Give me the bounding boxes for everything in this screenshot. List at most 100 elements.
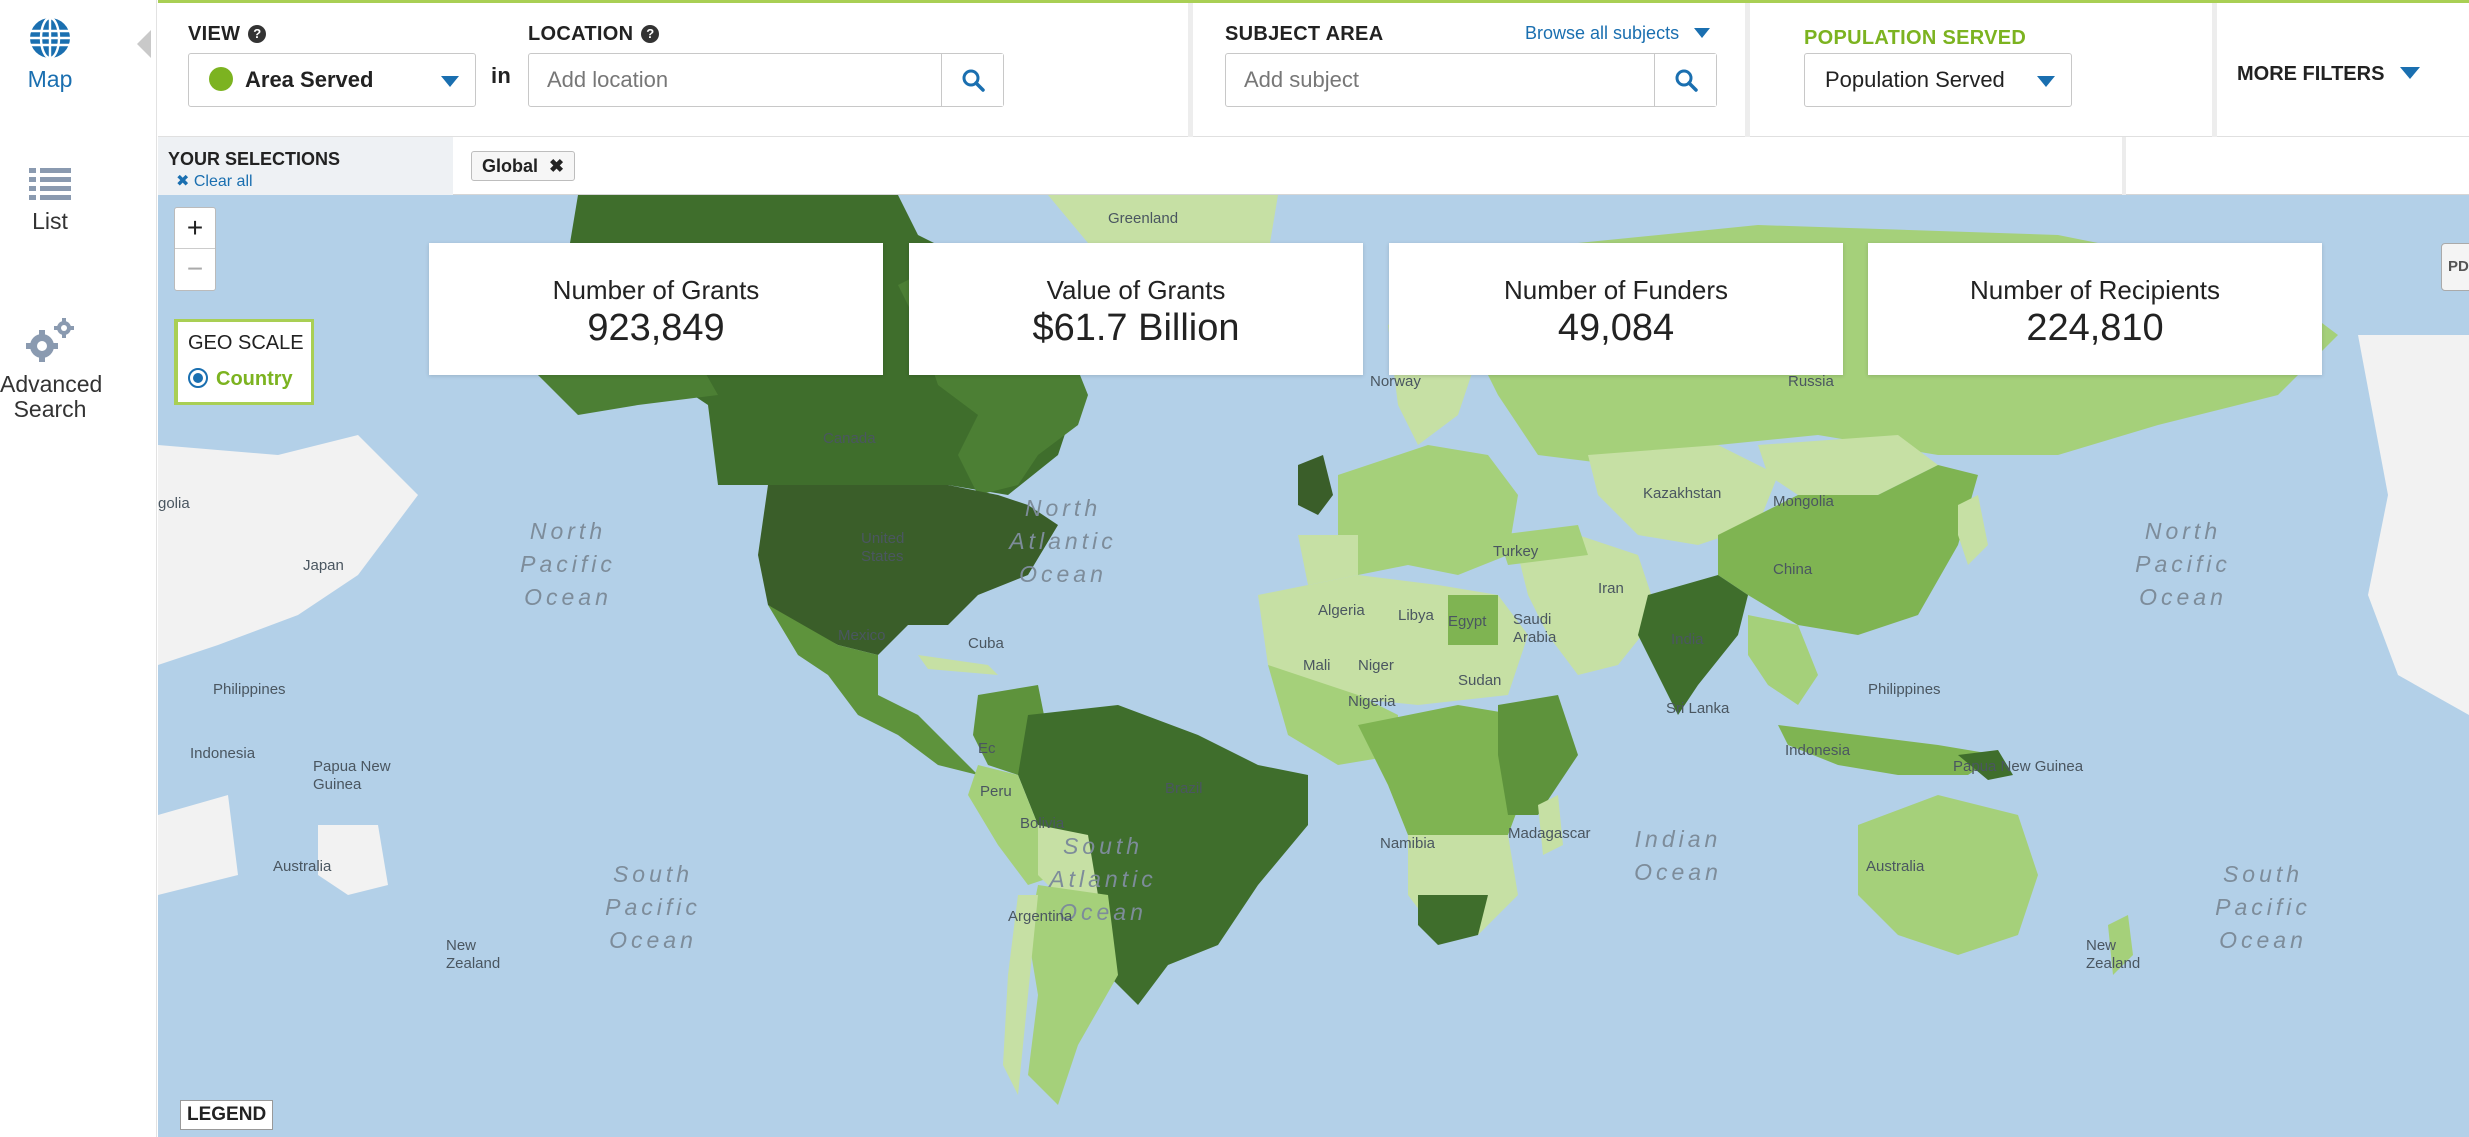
- stat-label: Number of Funders: [1504, 275, 1728, 305]
- place-label: Kazakhstan: [1643, 485, 1722, 502]
- nav-list[interactable]: List: [0, 168, 100, 235]
- selection-chip-global[interactable]: Global ✖: [471, 151, 576, 181]
- place-label: Libya: [1398, 607, 1434, 624]
- stat-label: Number of Grants: [552, 275, 760, 305]
- place-label: Mongolia: [1773, 493, 1834, 510]
- place-label: Mexico: [838, 627, 886, 644]
- location-input[interactable]: [529, 54, 1003, 106]
- place-label: Algeria: [1318, 602, 1365, 619]
- zoom-in-button[interactable]: +: [175, 208, 215, 249]
- nav-advanced-search-label: Advanced Search: [0, 371, 103, 422]
- place-label: Peru: [980, 783, 1012, 800]
- place-label: golia: [158, 495, 190, 512]
- nav-map[interactable]: Map: [0, 16, 100, 93]
- place-label: New Zealand: [446, 937, 501, 972]
- filter-bar: VIEW? Area Served in LOCATION? SUBJECT A…: [158, 0, 2469, 140]
- ocean-label: North Pacific Ocean: [2135, 518, 2231, 610]
- view-dropdown[interactable]: Area Served: [188, 53, 476, 107]
- place-label: Nigeria: [1348, 693, 1396, 710]
- place-label: India: [1671, 631, 1704, 648]
- location-search-button[interactable]: [941, 54, 1003, 106]
- ocean-label: Indian Ocean: [1634, 826, 1722, 885]
- region-cuba: [918, 655, 998, 675]
- region-australia-west-edge: [158, 795, 238, 895]
- population-dropdown-value: Population Served: [1825, 67, 2005, 92]
- your-selections-title: YOUR SELECTIONS: [168, 149, 341, 169]
- globe-icon: [30, 16, 70, 60]
- subject-search-button[interactable]: [1654, 54, 1716, 106]
- in-label: in: [491, 63, 512, 88]
- place-label: Bolivia: [1020, 815, 1065, 832]
- place-label: Niger: [1358, 657, 1394, 674]
- selections-bar: YOUR SELECTIONS ✖ Clear all Global ✖: [158, 137, 2469, 195]
- stat-value: 49,084: [1557, 307, 1675, 349]
- population-served-label: POPULATION SERVED: [1804, 27, 2027, 49]
- nav-map-label: Map: [27, 66, 73, 92]
- radio-selected-icon: [188, 368, 208, 388]
- geo-scale-panel: GEO SCALE Country: [174, 319, 314, 405]
- region-japan: [1958, 495, 1988, 565]
- more-filters-text: MORE FILTERS: [2237, 63, 2385, 85]
- remove-chip-icon[interactable]: ✖: [549, 156, 564, 176]
- place-label: Australia: [1866, 858, 1925, 875]
- place-label: Canada: [823, 430, 876, 447]
- chevron-down-icon: [2399, 67, 2420, 79]
- selections-divider: [2122, 137, 2126, 195]
- place-label: Turkey: [1493, 543, 1539, 560]
- region-europe: [1338, 445, 1518, 575]
- location-help-icon[interactable]: ?: [641, 25, 660, 43]
- place-label: China: [1773, 561, 1813, 578]
- view-help-icon[interactable]: ?: [248, 25, 267, 43]
- view-location-section: VIEW? Area Served in LOCATION?: [158, 3, 1188, 140]
- geo-scale-option-label: Country: [216, 368, 293, 390]
- legend-button[interactable]: LEGEND: [180, 1100, 274, 1130]
- geo-scale-country-option[interactable]: Country: [188, 368, 293, 391]
- place-label: Indonesia: [190, 745, 256, 762]
- stat-card-funders: Number of Funders 49,084: [1389, 243, 1843, 375]
- chevron-down-icon: [1694, 28, 1711, 38]
- view-label: VIEW?: [188, 23, 267, 46]
- chevron-down-icon: [2037, 76, 2055, 87]
- view-dropdown-value: Area Served: [245, 67, 374, 92]
- stat-card-value: Value of Grants $61.7 Billion: [909, 243, 1363, 375]
- pdf-icon: PDF: [2448, 258, 2469, 275]
- stat-value: 923,849: [587, 307, 725, 349]
- search-icon: [1675, 69, 1698, 92]
- zoom-control: + −: [174, 207, 216, 291]
- population-dropdown[interactable]: Population Served: [1804, 53, 2072, 107]
- stat-value: 224,810: [2026, 307, 2164, 349]
- clear-all-text: Clear all: [193, 173, 253, 190]
- place-label: Argentina: [1008, 908, 1073, 925]
- stat-label: Number of Recipients: [1970, 275, 2220, 305]
- place-label: Australia: [273, 858, 332, 875]
- clear-all-link[interactable]: ✖ Clear all: [176, 171, 253, 191]
- place-label: Philippines: [1868, 681, 1941, 698]
- place-label: Papua New Guinea: [313, 758, 391, 793]
- subject-input[interactable]: [1226, 54, 1716, 106]
- place-label: Japan: [303, 557, 344, 574]
- collapse-rail-arrow-icon[interactable]: [137, 30, 151, 58]
- place-label: Cuba: [968, 635, 1004, 652]
- place-label: Indonesia: [1785, 742, 1851, 759]
- region-asia-west-edge: [158, 435, 418, 665]
- selection-chip-label: Global: [482, 156, 539, 176]
- choropleth-map[interactable]: North Pacific Ocean North Atlantic Ocean…: [158, 195, 2469, 1137]
- place-label: Papua New Guinea: [1953, 758, 2084, 775]
- subject-section: SUBJECT AREA Browse all subjects: [1193, 3, 1745, 140]
- browse-subjects-link[interactable]: Browse all subjects: [1525, 23, 1711, 44]
- stat-value: $61.7 Billion: [1032, 307, 1240, 349]
- place-label: Iran: [1598, 580, 1624, 597]
- zoom-out-button[interactable]: −: [175, 249, 215, 290]
- more-filters-button[interactable]: MORE FILTERS: [2237, 63, 2420, 86]
- place-label: Egypt: [1448, 613, 1487, 630]
- nav-advanced-search[interactable]: Advanced Search: [0, 316, 103, 422]
- place-label: Norway: [1370, 373, 1421, 390]
- place-label: United States: [861, 530, 905, 565]
- subject-search-box: [1225, 53, 1717, 107]
- place-label: New Zealand: [2086, 937, 2141, 972]
- pdf-export-button[interactable]: PDF: [2441, 243, 2469, 291]
- chevron-down-icon: [441, 76, 459, 87]
- geo-scale-title: GEO SCALE: [188, 332, 304, 354]
- left-nav-rail: Map List Advanced Search: [0, 0, 157, 1137]
- place-label: Philippines: [213, 681, 286, 698]
